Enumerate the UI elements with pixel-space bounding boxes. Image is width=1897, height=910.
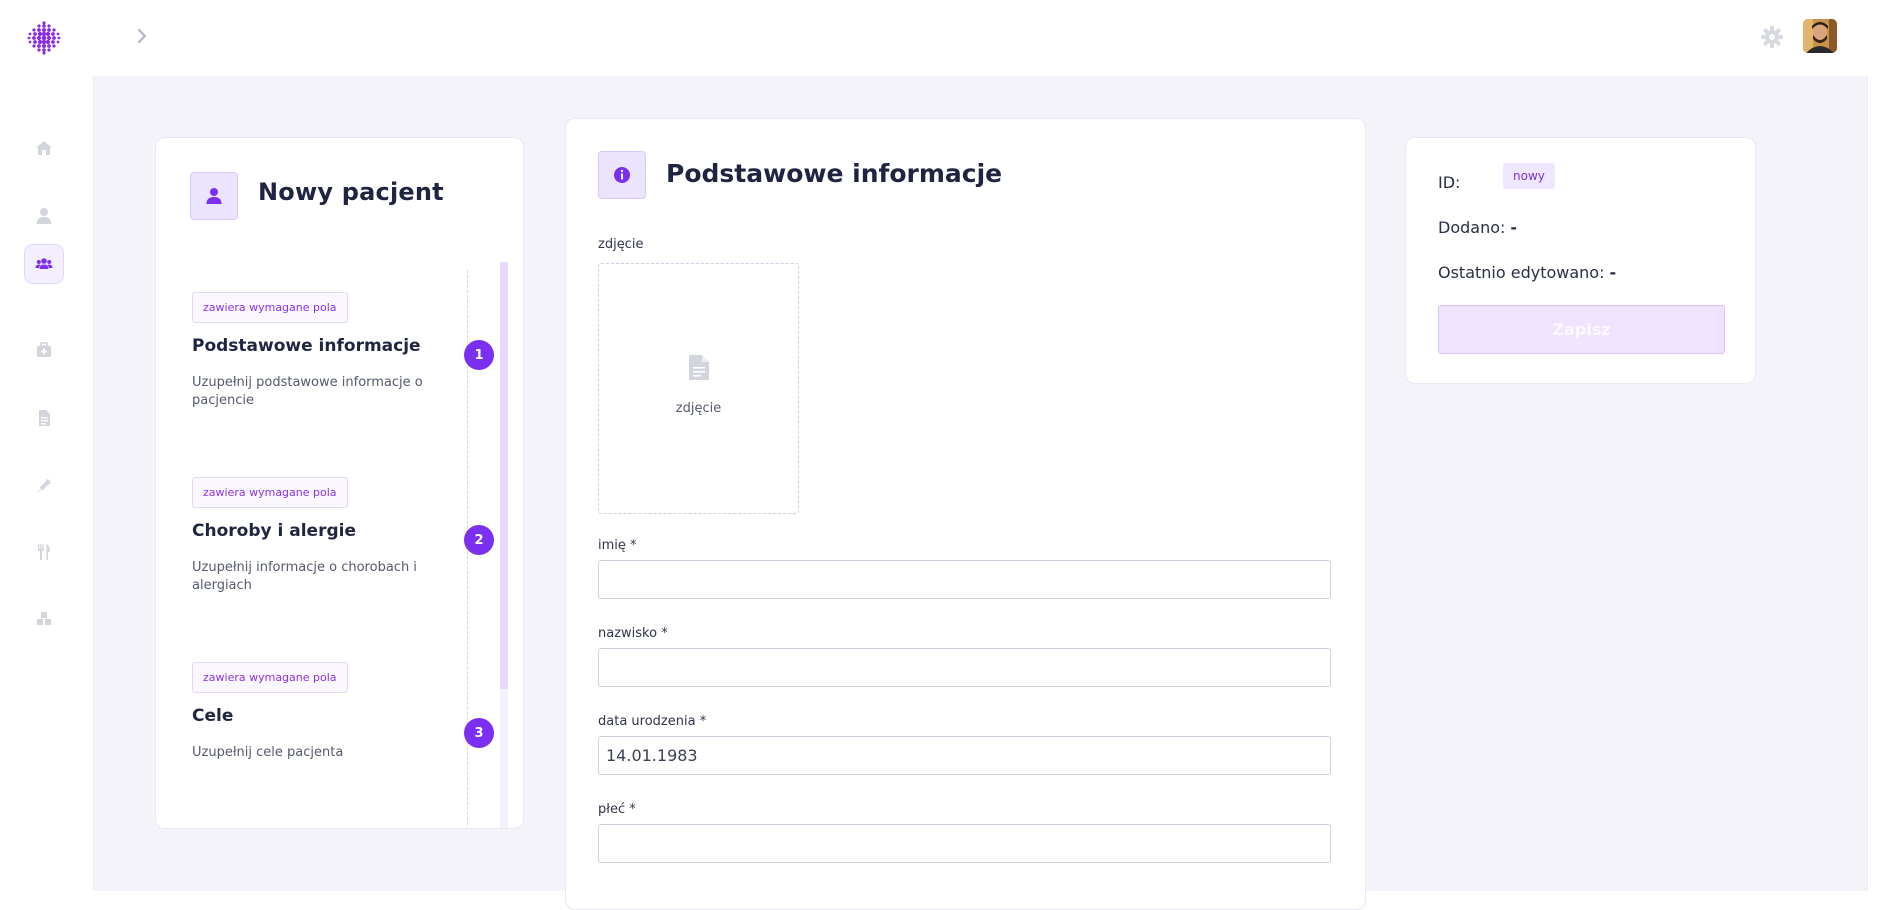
status-badge: nowy xyxy=(1503,163,1555,189)
home-icon xyxy=(36,141,52,155)
sidebar-item-medical[interactable] xyxy=(24,330,64,370)
medical-bag-icon xyxy=(37,342,51,357)
step-title: Cele xyxy=(192,706,234,726)
first-name-field[interactable] xyxy=(598,560,1331,599)
user-avatar[interactable] xyxy=(1803,19,1837,53)
step-description: Uzupełnij cele pacjenta xyxy=(192,745,344,760)
sidebar-item-modules[interactable] xyxy=(24,599,64,639)
user-icon xyxy=(36,208,52,224)
user-icon xyxy=(190,172,238,220)
sidebar-item-home[interactable] xyxy=(24,128,64,168)
first-name-label: imię * xyxy=(598,538,637,553)
step-number: 1 xyxy=(464,340,494,370)
edited-label: Ostatnio edytowano: xyxy=(1438,263,1605,282)
photo-label: zdjęcie xyxy=(598,237,644,252)
sidebar-item-vaccines[interactable] xyxy=(24,466,64,506)
utensils-icon xyxy=(38,544,50,560)
section-title: Podstawowe informacje xyxy=(666,159,1003,188)
file-icon xyxy=(689,355,709,380)
cubes-icon xyxy=(37,612,51,625)
gear-icon[interactable] xyxy=(1759,24,1785,50)
id-label: ID: xyxy=(1438,173,1461,192)
top-bar xyxy=(0,0,1897,76)
last-name-label: nazwisko * xyxy=(598,626,668,641)
step-description: Uzupełnij informacje o chorobach i alerg… xyxy=(192,560,417,593)
document-icon xyxy=(39,410,50,426)
sidebar-item-diet[interactable] xyxy=(24,532,64,572)
page-title: Nowy pacjent xyxy=(258,178,444,206)
gender-field[interactable] xyxy=(598,824,1331,863)
sidebar-item-user[interactable] xyxy=(24,196,64,236)
steps-panel: Nowy pacjent zawiera wymagane pola Podst… xyxy=(155,137,524,829)
syringe-icon xyxy=(38,478,52,492)
record-info-panel: ID: nowy Dodano: - Ostatnio edytowano: - Z… xyxy=(1405,137,1756,384)
chevron-right-icon[interactable] xyxy=(132,24,152,48)
required-fields-badge: zawiera wymagane pola xyxy=(192,292,348,323)
basic-info-form: Podstawowe informacje zdjęcie zdjęcie im… xyxy=(565,118,1366,910)
edited-row: Ostatnio edytowano: - xyxy=(1438,263,1616,282)
photo-placeholder-text: zdjęcie xyxy=(675,401,722,416)
edited-value: - xyxy=(1609,263,1617,282)
added-row: Dodano: - xyxy=(1438,218,1517,237)
step-number: 3 xyxy=(464,718,494,748)
last-name-field[interactable] xyxy=(598,648,1331,687)
step-item[interactable]: zawiera wymagane pola Podstawowe informa… xyxy=(192,292,494,408)
gender-label: płeć * xyxy=(598,802,636,817)
birth-date-label: data urodzenia * xyxy=(598,714,707,729)
birth-date-field[interactable] xyxy=(598,736,1331,775)
step-item[interactable]: zawiera wymagane pola Choroby i alergie … xyxy=(192,477,494,593)
sidebar-nav xyxy=(0,76,94,891)
app-logo-icon[interactable] xyxy=(26,20,62,56)
id-row: ID: nowy xyxy=(1438,163,1555,192)
step-title: Choroby i alergie xyxy=(192,521,356,541)
photo-upload-dropzone[interactable]: zdjęcie xyxy=(598,263,799,514)
step-description: Uzupełnij podstawowe informacje o pacjen… xyxy=(192,375,423,408)
added-label: Dodano: xyxy=(1438,218,1506,237)
required-fields-badge: zawiera wymagane pola xyxy=(192,477,348,508)
added-value: - xyxy=(1510,218,1518,237)
sidebar-item-documents[interactable] xyxy=(24,398,64,438)
sidebar-item-patients[interactable] xyxy=(24,244,64,284)
step-number: 2 xyxy=(464,525,494,555)
save-button[interactable]: Zapisz xyxy=(1438,305,1725,354)
steps-scrollbar-thumb[interactable] xyxy=(500,262,508,689)
right-gutter xyxy=(1867,76,1897,891)
step-item[interactable]: zawiera wymagane pola Cele 3 Uzupełnij c… xyxy=(192,662,494,760)
required-fields-badge: zawiera wymagane pola xyxy=(192,662,348,693)
step-title: Podstawowe informacje xyxy=(192,336,421,356)
info-circle-icon xyxy=(598,151,646,199)
users-icon xyxy=(35,258,53,269)
